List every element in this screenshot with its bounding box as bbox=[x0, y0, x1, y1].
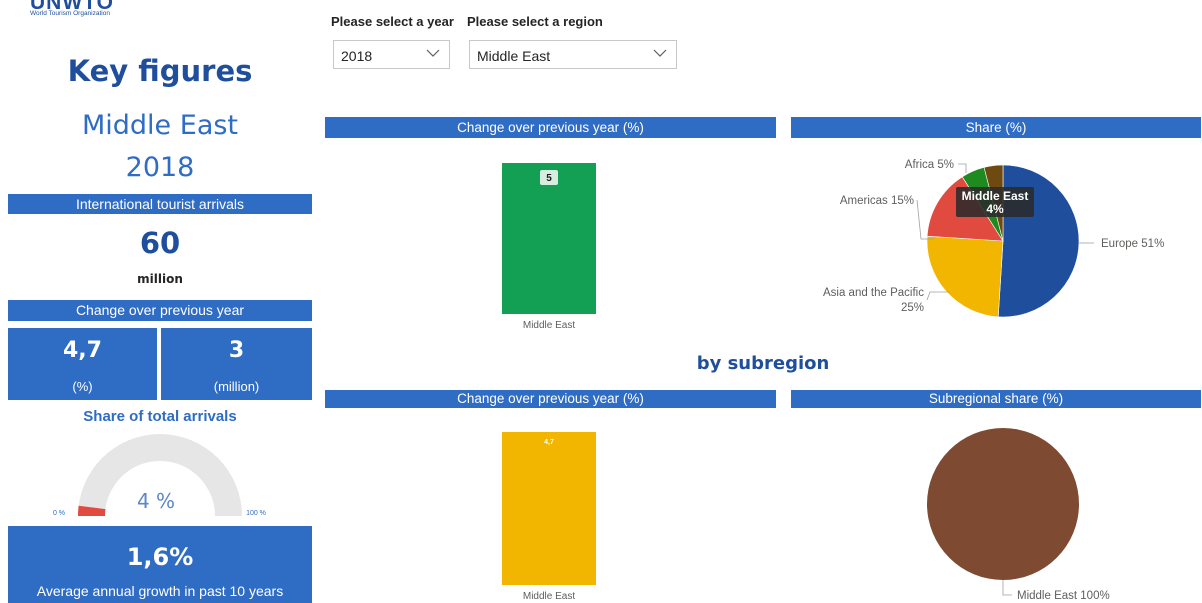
gauge-value: 4 % bbox=[137, 489, 175, 513]
bar-category-label: Middle East bbox=[523, 320, 575, 331]
unwto-logo: UNWTO World Tourism Organization bbox=[30, 0, 114, 17]
share-header: Share of total arrivals bbox=[83, 408, 237, 425]
growth-card: 1,6% Average annual growth in past 10 ye… bbox=[8, 526, 312, 603]
bar-chart-subregion-change: 4,7 Middle East bbox=[502, 432, 596, 602]
arrivals-value: 60 bbox=[139, 226, 181, 260]
pie-label-asia-line1: Asia and the Pacific bbox=[823, 287, 924, 299]
change-pct-value: 4,7 bbox=[63, 338, 102, 363]
selected-year: 2018 bbox=[125, 152, 195, 183]
bar-middle-east[interactable] bbox=[502, 432, 596, 585]
chevron-down-icon bbox=[426, 49, 440, 57]
chart-header-subregion-change: Change over previous year (%) bbox=[325, 390, 776, 408]
pie-chart-subregion-share: Middle East 100% bbox=[927, 428, 1110, 602]
pie-tooltip: Middle East 4% bbox=[956, 187, 1034, 217]
pie-label-asia-line2: 25% bbox=[901, 302, 924, 314]
change-abs-unit: (million) bbox=[213, 379, 260, 394]
chart-header-share: Share (%) bbox=[791, 117, 1201, 138]
pie2-label-middle-east: Middle East 100% bbox=[1017, 590, 1110, 602]
year-dropdown[interactable]: 2018 bbox=[333, 40, 450, 69]
change-abs-value: 3 bbox=[228, 338, 245, 363]
pie-chart-region-share: Europe 51% Asia and the Pacific 25% Amer… bbox=[823, 159, 1164, 318]
change-header: Change over previous year bbox=[8, 300, 312, 321]
growth-label: Average annual growth in past 10 years bbox=[36, 583, 284, 599]
pie-label-europe: Europe 51% bbox=[1101, 238, 1164, 250]
page-title: Key figures bbox=[67, 54, 253, 88]
gauge-max-label: 100 % bbox=[246, 510, 266, 517]
bar-category-label: Middle East bbox=[523, 591, 575, 602]
pie-tooltip-value: 4% bbox=[986, 202, 1004, 216]
chevron-down-icon bbox=[653, 49, 667, 57]
region-dropdown[interactable]: Middle East bbox=[469, 40, 677, 69]
arrivals-header: International tourist arrivals bbox=[8, 194, 312, 214]
pie-tooltip-name: Middle East bbox=[962, 189, 1029, 203]
pie-slice-middle-east-subregion bbox=[927, 428, 1079, 580]
bar-data-label: 4,7 bbox=[544, 439, 554, 446]
region-dropdown-value: Middle East bbox=[477, 48, 551, 64]
year-dropdown-value: 2018 bbox=[341, 48, 373, 64]
change-pct-card: 4,7 (%) bbox=[8, 328, 157, 400]
region-filter-label: Please select a region bbox=[467, 14, 603, 29]
change-pct-unit: (%) bbox=[72, 379, 93, 394]
pie-label-americas: Americas 15% bbox=[840, 195, 914, 207]
gauge-min-label: 0 % bbox=[53, 510, 65, 517]
bar-middle-east[interactable] bbox=[502, 163, 596, 314]
pie2-leader-line bbox=[1002, 580, 1012, 596]
share-gauge: 4 % 0 % 100 % bbox=[53, 434, 266, 517]
chart-header-subregion-share: Subregional share (%) bbox=[791, 390, 1201, 408]
section-title-subregion: by subregion bbox=[696, 353, 830, 374]
bar-chart-region-change: 5 Middle East bbox=[502, 163, 596, 331]
arrivals-unit: million bbox=[137, 272, 183, 286]
pie-label-africa: Africa 5% bbox=[905, 159, 954, 171]
chart-header-change: Change over previous year (%) bbox=[325, 117, 776, 138]
year-filter-label: Please select a year bbox=[331, 14, 454, 29]
change-abs-card: 3 (million) bbox=[161, 328, 312, 400]
growth-value: 1,6% bbox=[126, 543, 194, 571]
selected-region: Middle East bbox=[81, 110, 239, 141]
bar-data-label: 5 bbox=[546, 173, 552, 184]
pie-slice-asia-and-the-pacific[interactable] bbox=[926, 235, 1004, 318]
